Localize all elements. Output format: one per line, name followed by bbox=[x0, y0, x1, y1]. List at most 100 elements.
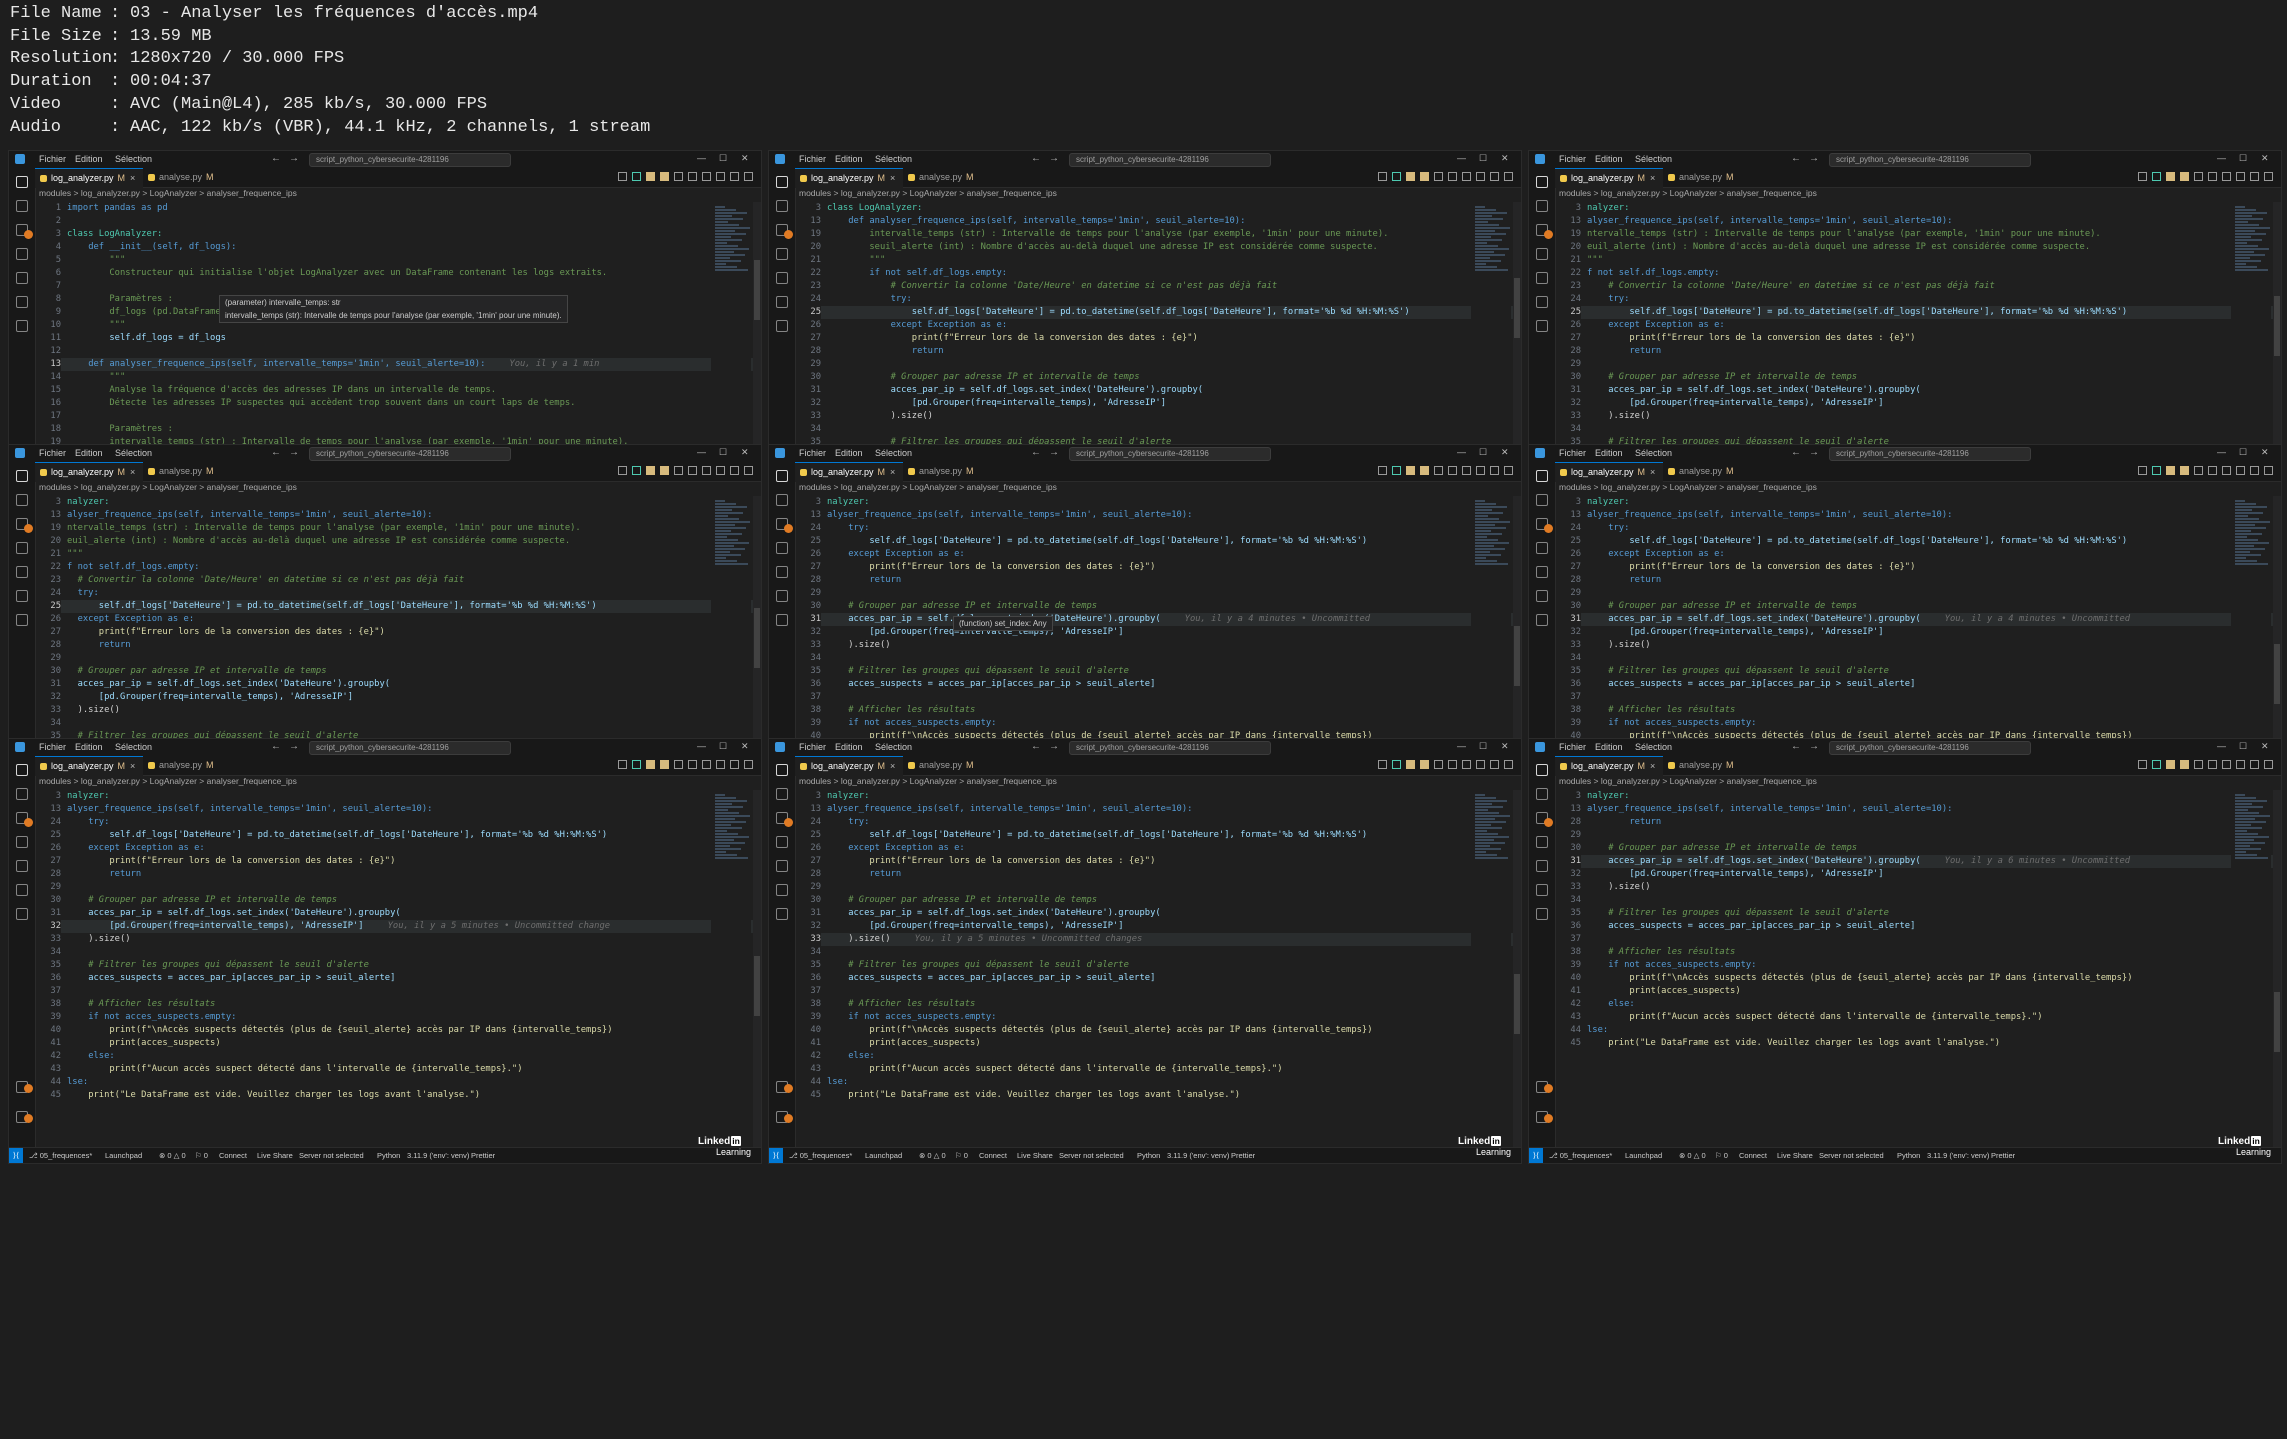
back-arrow-icon[interactable]: ← bbox=[1031, 741, 1041, 752]
branch-indicator[interactable]: ⎇ 05_frequences* bbox=[789, 1151, 852, 1160]
breadcrumb-item[interactable]: LogAnalyzer bbox=[1670, 482, 1717, 492]
breadcrumb-item[interactable]: analyser_frequence_ips bbox=[1727, 482, 1817, 492]
remote-explorer-icon[interactable] bbox=[1536, 590, 1548, 602]
back-arrow-icon[interactable]: ← bbox=[1031, 153, 1041, 164]
scroll-thumb[interactable] bbox=[1514, 974, 1520, 1034]
testing-icon[interactable] bbox=[16, 614, 28, 626]
check-icon[interactable] bbox=[632, 466, 641, 475]
check-icon[interactable] bbox=[1392, 172, 1401, 181]
tab-log-analyzer[interactable]: log_analyzer.py M × bbox=[35, 168, 144, 188]
forward-arrow-icon[interactable]: → bbox=[289, 153, 299, 164]
maximize-button[interactable]: ☐ bbox=[2239, 741, 2247, 752]
more-icon[interactable] bbox=[2264, 466, 2273, 475]
split-icon[interactable] bbox=[730, 466, 739, 475]
forward-icon[interactable] bbox=[716, 466, 725, 475]
search-icon[interactable] bbox=[776, 494, 788, 506]
menu-fichier[interactable]: Fichier bbox=[1559, 448, 1586, 458]
code-area[interactable]: nalyzer: alyser_frequence_ips(self, inter… bbox=[827, 790, 1467, 1147]
close-button[interactable]: ✕ bbox=[1501, 447, 1509, 458]
status-item[interactable]: 3.11.9 ('env': venv) bbox=[407, 1151, 469, 1160]
tab-analyse[interactable]: analyse.py M bbox=[903, 756, 982, 775]
breadcrumb-item[interactable]: analyser_frequence_ips bbox=[207, 482, 297, 492]
command-center-search[interactable]: script_python_cybersecurite-4281196 bbox=[309, 447, 511, 461]
diff-icon[interactable] bbox=[2180, 760, 2189, 769]
breadcrumb-item[interactable]: LogAnalyzer bbox=[910, 482, 957, 492]
bookmark-icon[interactable] bbox=[646, 466, 655, 475]
run-debug-icon[interactable] bbox=[776, 542, 788, 554]
run-icon[interactable] bbox=[1378, 466, 1387, 475]
forward-arrow-icon[interactable]: → bbox=[1049, 447, 1059, 458]
tab-analyse[interactable]: analyse.py M bbox=[143, 168, 222, 187]
status-item[interactable]: Live Share bbox=[1017, 1151, 1053, 1160]
bookmark-icon[interactable] bbox=[1406, 172, 1415, 181]
back-icon[interactable] bbox=[702, 760, 711, 769]
menu-edition[interactable]: Edition bbox=[1595, 448, 1623, 458]
back-icon[interactable] bbox=[702, 466, 711, 475]
breadcrumb-item[interactable]: analyser_frequence_ips bbox=[207, 188, 297, 198]
search-icon[interactable] bbox=[1536, 200, 1548, 212]
forward-arrow-icon[interactable]: → bbox=[1809, 741, 1819, 752]
breadcrumb-item[interactable]: modules bbox=[39, 188, 71, 198]
copy-icon[interactable] bbox=[1434, 172, 1443, 181]
breadcrumb-item[interactable]: modules bbox=[1559, 776, 1591, 786]
history-icon[interactable] bbox=[1448, 172, 1457, 181]
history-icon[interactable] bbox=[688, 466, 697, 475]
forward-arrow-icon[interactable]: → bbox=[289, 447, 299, 458]
more-icon[interactable] bbox=[744, 172, 753, 181]
explorer-icon[interactable] bbox=[1536, 176, 1548, 188]
tab-analyse[interactable]: analyse.py M bbox=[143, 756, 222, 775]
close-button[interactable]: ✕ bbox=[2261, 741, 2269, 752]
extensions-icon[interactable] bbox=[776, 272, 788, 284]
maximize-button[interactable]: ☐ bbox=[719, 153, 727, 164]
split-icon[interactable] bbox=[2250, 172, 2259, 181]
explorer-icon[interactable] bbox=[776, 176, 788, 188]
minimize-button[interactable]: — bbox=[2217, 447, 2226, 457]
history-icon[interactable] bbox=[2208, 466, 2217, 475]
forward-arrow-icon[interactable]: → bbox=[1049, 741, 1059, 752]
menu-selection[interactable]: Sélection bbox=[875, 448, 912, 458]
explorer-icon[interactable] bbox=[776, 764, 788, 776]
extensions-icon[interactable] bbox=[1536, 272, 1548, 284]
breadcrumb-item[interactable]: log_analyzer.py bbox=[81, 776, 140, 786]
menu-fichier[interactable]: Fichier bbox=[799, 448, 826, 458]
breadcrumb-item[interactable]: LogAnalyzer bbox=[1670, 776, 1717, 786]
minimize-button[interactable]: — bbox=[697, 447, 706, 457]
forward-icon[interactable] bbox=[2236, 172, 2245, 181]
explorer-icon[interactable] bbox=[16, 470, 28, 482]
menu-selection[interactable]: Sélection bbox=[875, 154, 912, 164]
close-button[interactable]: ✕ bbox=[1501, 153, 1509, 164]
check-icon[interactable] bbox=[2152, 466, 2161, 475]
back-arrow-icon[interactable]: ← bbox=[1031, 447, 1041, 458]
menu-selection[interactable]: Sélection bbox=[115, 154, 152, 164]
menu-edition[interactable]: Edition bbox=[835, 742, 863, 752]
code-area[interactable]: nalyzer: alyser_frequence_ips(self, inter… bbox=[1587, 790, 2227, 1147]
remote-explorer-icon[interactable] bbox=[1536, 296, 1548, 308]
run-debug-icon[interactable] bbox=[1536, 836, 1548, 848]
search-icon[interactable] bbox=[776, 788, 788, 800]
status-item[interactable]: Live Share bbox=[257, 1151, 293, 1160]
status-item[interactable]: ⊗ 0 △ 0 bbox=[159, 1151, 186, 1160]
bookmark-icon[interactable] bbox=[1406, 466, 1415, 475]
breadcrumb-item[interactable]: LogAnalyzer bbox=[150, 776, 197, 786]
search-icon[interactable] bbox=[16, 494, 28, 506]
menu-fichier[interactable]: Fichier bbox=[39, 448, 66, 458]
remote-explorer-icon[interactable] bbox=[16, 590, 28, 602]
status-item[interactable]: 3.11.9 ('env': venv) bbox=[1927, 1151, 1989, 1160]
tab-log-analyzer[interactable]: log_analyzer.py M × bbox=[1555, 462, 1664, 482]
status-item[interactable]: Prettier bbox=[471, 1151, 495, 1160]
breadcrumb-item[interactable]: log_analyzer.py bbox=[81, 188, 140, 198]
back-arrow-icon[interactable]: ← bbox=[1791, 447, 1801, 458]
minimize-button[interactable]: — bbox=[2217, 153, 2226, 163]
run-icon[interactable] bbox=[1378, 172, 1387, 181]
breadcrumb-item[interactable]: log_analyzer.py bbox=[81, 482, 140, 492]
status-item[interactable]: Prettier bbox=[1991, 1151, 2015, 1160]
status-item[interactable]: Launchpad bbox=[1625, 1151, 1662, 1160]
back-icon[interactable] bbox=[2222, 466, 2231, 475]
close-button[interactable]: ✕ bbox=[741, 741, 749, 752]
close-button[interactable]: ✕ bbox=[2261, 447, 2269, 458]
command-center-search[interactable]: script_python_cybersecurite-4281196 bbox=[1069, 447, 1271, 461]
minimize-button[interactable]: — bbox=[697, 153, 706, 163]
menu-edition[interactable]: Edition bbox=[75, 154, 103, 164]
status-item[interactable]: Connect bbox=[979, 1151, 1007, 1160]
more-icon[interactable] bbox=[744, 760, 753, 769]
